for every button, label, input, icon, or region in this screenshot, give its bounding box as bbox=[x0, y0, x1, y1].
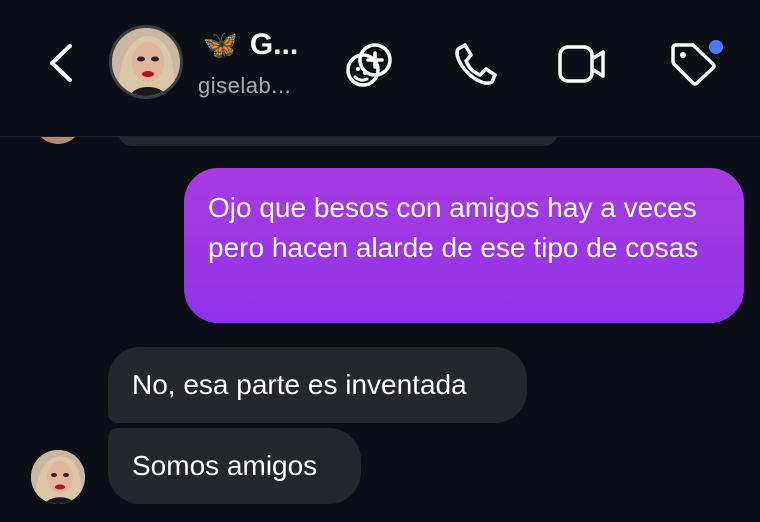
outgoing-message[interactable]: Ojo que besos con amigos hay a veces per… bbox=[184, 168, 744, 323]
video-camera-icon[interactable] bbox=[557, 43, 607, 85]
incoming-message[interactable]: No, esa parte es inventada bbox=[108, 347, 527, 423]
effects-icon[interactable] bbox=[343, 40, 395, 90]
phone-icon[interactable] bbox=[451, 40, 499, 88]
contact-username[interactable]: giselab... bbox=[198, 73, 291, 99]
contact-name[interactable]: 🦋 G... bbox=[203, 28, 298, 62]
sender-avatar[interactable] bbox=[31, 450, 85, 504]
notification-dot bbox=[709, 40, 723, 54]
butterfly-emoji: 🦋 bbox=[203, 29, 238, 60]
chat-header: 🦋 G... giselab... bbox=[0, 0, 760, 137]
contact-avatar[interactable] bbox=[109, 25, 183, 99]
incoming-message[interactable]: Somos amigos bbox=[108, 428, 361, 504]
contact-name-text: G... bbox=[249, 28, 299, 61]
chevron-left-icon[interactable] bbox=[44, 42, 78, 84]
